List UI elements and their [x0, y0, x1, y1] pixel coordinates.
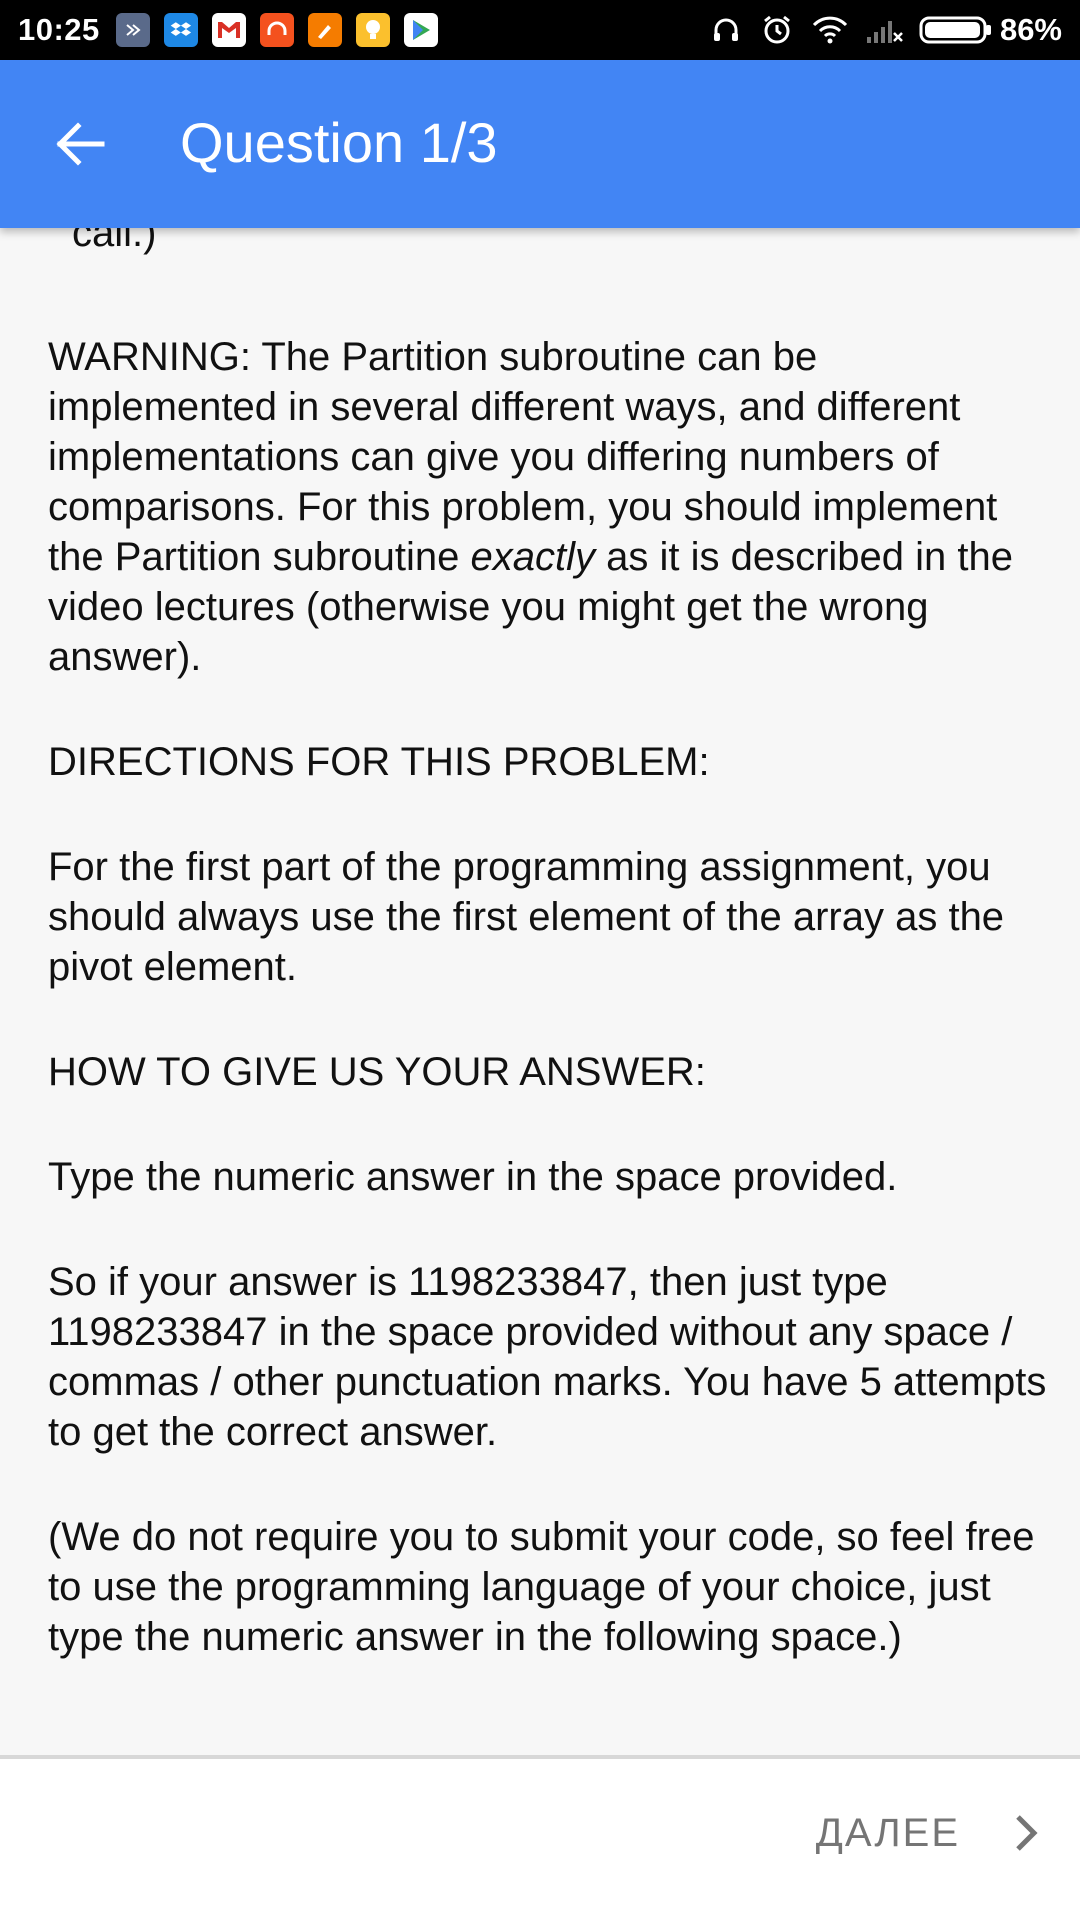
chevron-right-icon	[1016, 1815, 1038, 1851]
answer-example: So if your answer is 1198233847, then ju…	[48, 1260, 1047, 1454]
warning-emphasis: exactly	[470, 535, 595, 579]
arrow-back-icon	[56, 122, 105, 166]
headphones-app-icon	[260, 13, 294, 47]
question-text: WARNING: The Partition subroutine can be…	[48, 332, 1048, 1662]
dropbox-icon	[164, 13, 198, 47]
wifi-icon	[810, 12, 850, 48]
alarm-icon	[758, 12, 796, 48]
app-bar: Question 1/3	[0, 60, 1080, 228]
next-button[interactable]: ДАЛЕЕ	[816, 1793, 1040, 1873]
answer-heading: HOW TO GIVE US YOUR ANSWER:	[48, 1050, 706, 1094]
gmail-icon	[212, 13, 246, 47]
brush-app-icon	[308, 13, 342, 47]
warning-paragraph: WARNING: The Partition subroutine can be…	[48, 332, 1048, 682]
next-button-label: ДАЛЕЕ	[815, 1810, 960, 1855]
app-icon	[116, 13, 150, 47]
play-store-icon	[404, 13, 438, 47]
headphones-icon	[708, 12, 744, 48]
status-bar: 10:25 86%	[0, 0, 1080, 60]
directions-heading: DIRECTIONS FOR THIS PROBLEM:	[48, 740, 710, 784]
page-title: Question 1/3	[180, 111, 498, 174]
code-note: (We do not require you to submit your co…	[48, 1515, 1035, 1659]
partial-text-line: call.)	[72, 228, 157, 255]
bulb-app-icon	[356, 13, 390, 47]
status-time: 10:25	[18, 12, 100, 47]
no-signal-icon	[864, 12, 906, 48]
back-button[interactable]	[40, 104, 120, 184]
directions-text: For the first part of the programming as…	[48, 845, 1005, 989]
answer-instruction: Type the numeric answer in the space pro…	[48, 1155, 898, 1199]
question-content[interactable]: call.) WARNING: The Partition subroutine…	[0, 228, 1080, 1755]
bottom-bar: ДАЛЕЕ	[0, 1759, 1080, 1920]
battery-icon	[918, 12, 994, 48]
battery-percentage: 86%	[999, 12, 1062, 47]
